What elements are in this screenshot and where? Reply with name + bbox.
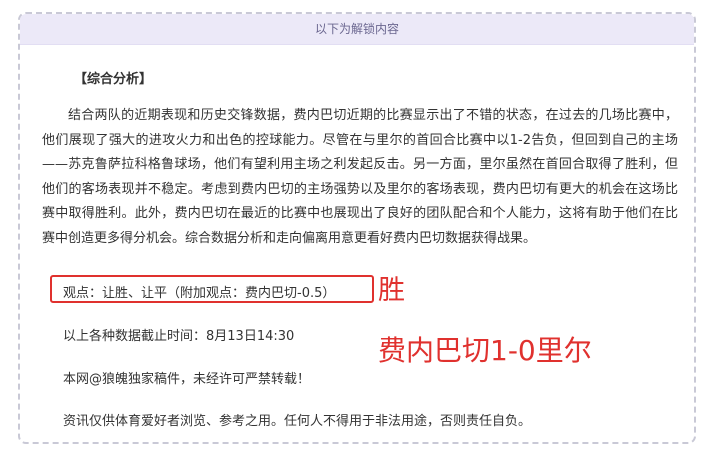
- section-title: 【综合分析】: [74, 72, 153, 87]
- data-deadline-text: 以上各种数据截止时间：8月13日14:30: [63, 329, 295, 344]
- copyright-notice: 本网@狼魄独家稿件，未经许可严禁转载！: [63, 372, 311, 387]
- analysis-paragraph: 结合两队的近期表现和历史交锋数据，费内巴切近期的比赛显示出了不错的状态，在过去的…: [42, 108, 678, 246]
- unlocked-content-card: 以下为解锁内容 【综合分析】 结合两队的近期表现和历史交锋数据，费内巴切近期的比…: [18, 12, 696, 444]
- disclaimer-text: 资讯仅供体育爱好者浏览、参考之用。任何人不得用于非法用途，否则责任自负。: [63, 414, 532, 429]
- unlocked-content-header: 以下为解锁内容: [20, 14, 694, 45]
- viewpoint-text: 观点：让胜、让平（附加观点：费内巴切-0.5）: [63, 286, 336, 301]
- result-annotation: 胜: [378, 275, 405, 306]
- score-prediction-annotation: 费内巴切1-0里尔: [378, 334, 592, 367]
